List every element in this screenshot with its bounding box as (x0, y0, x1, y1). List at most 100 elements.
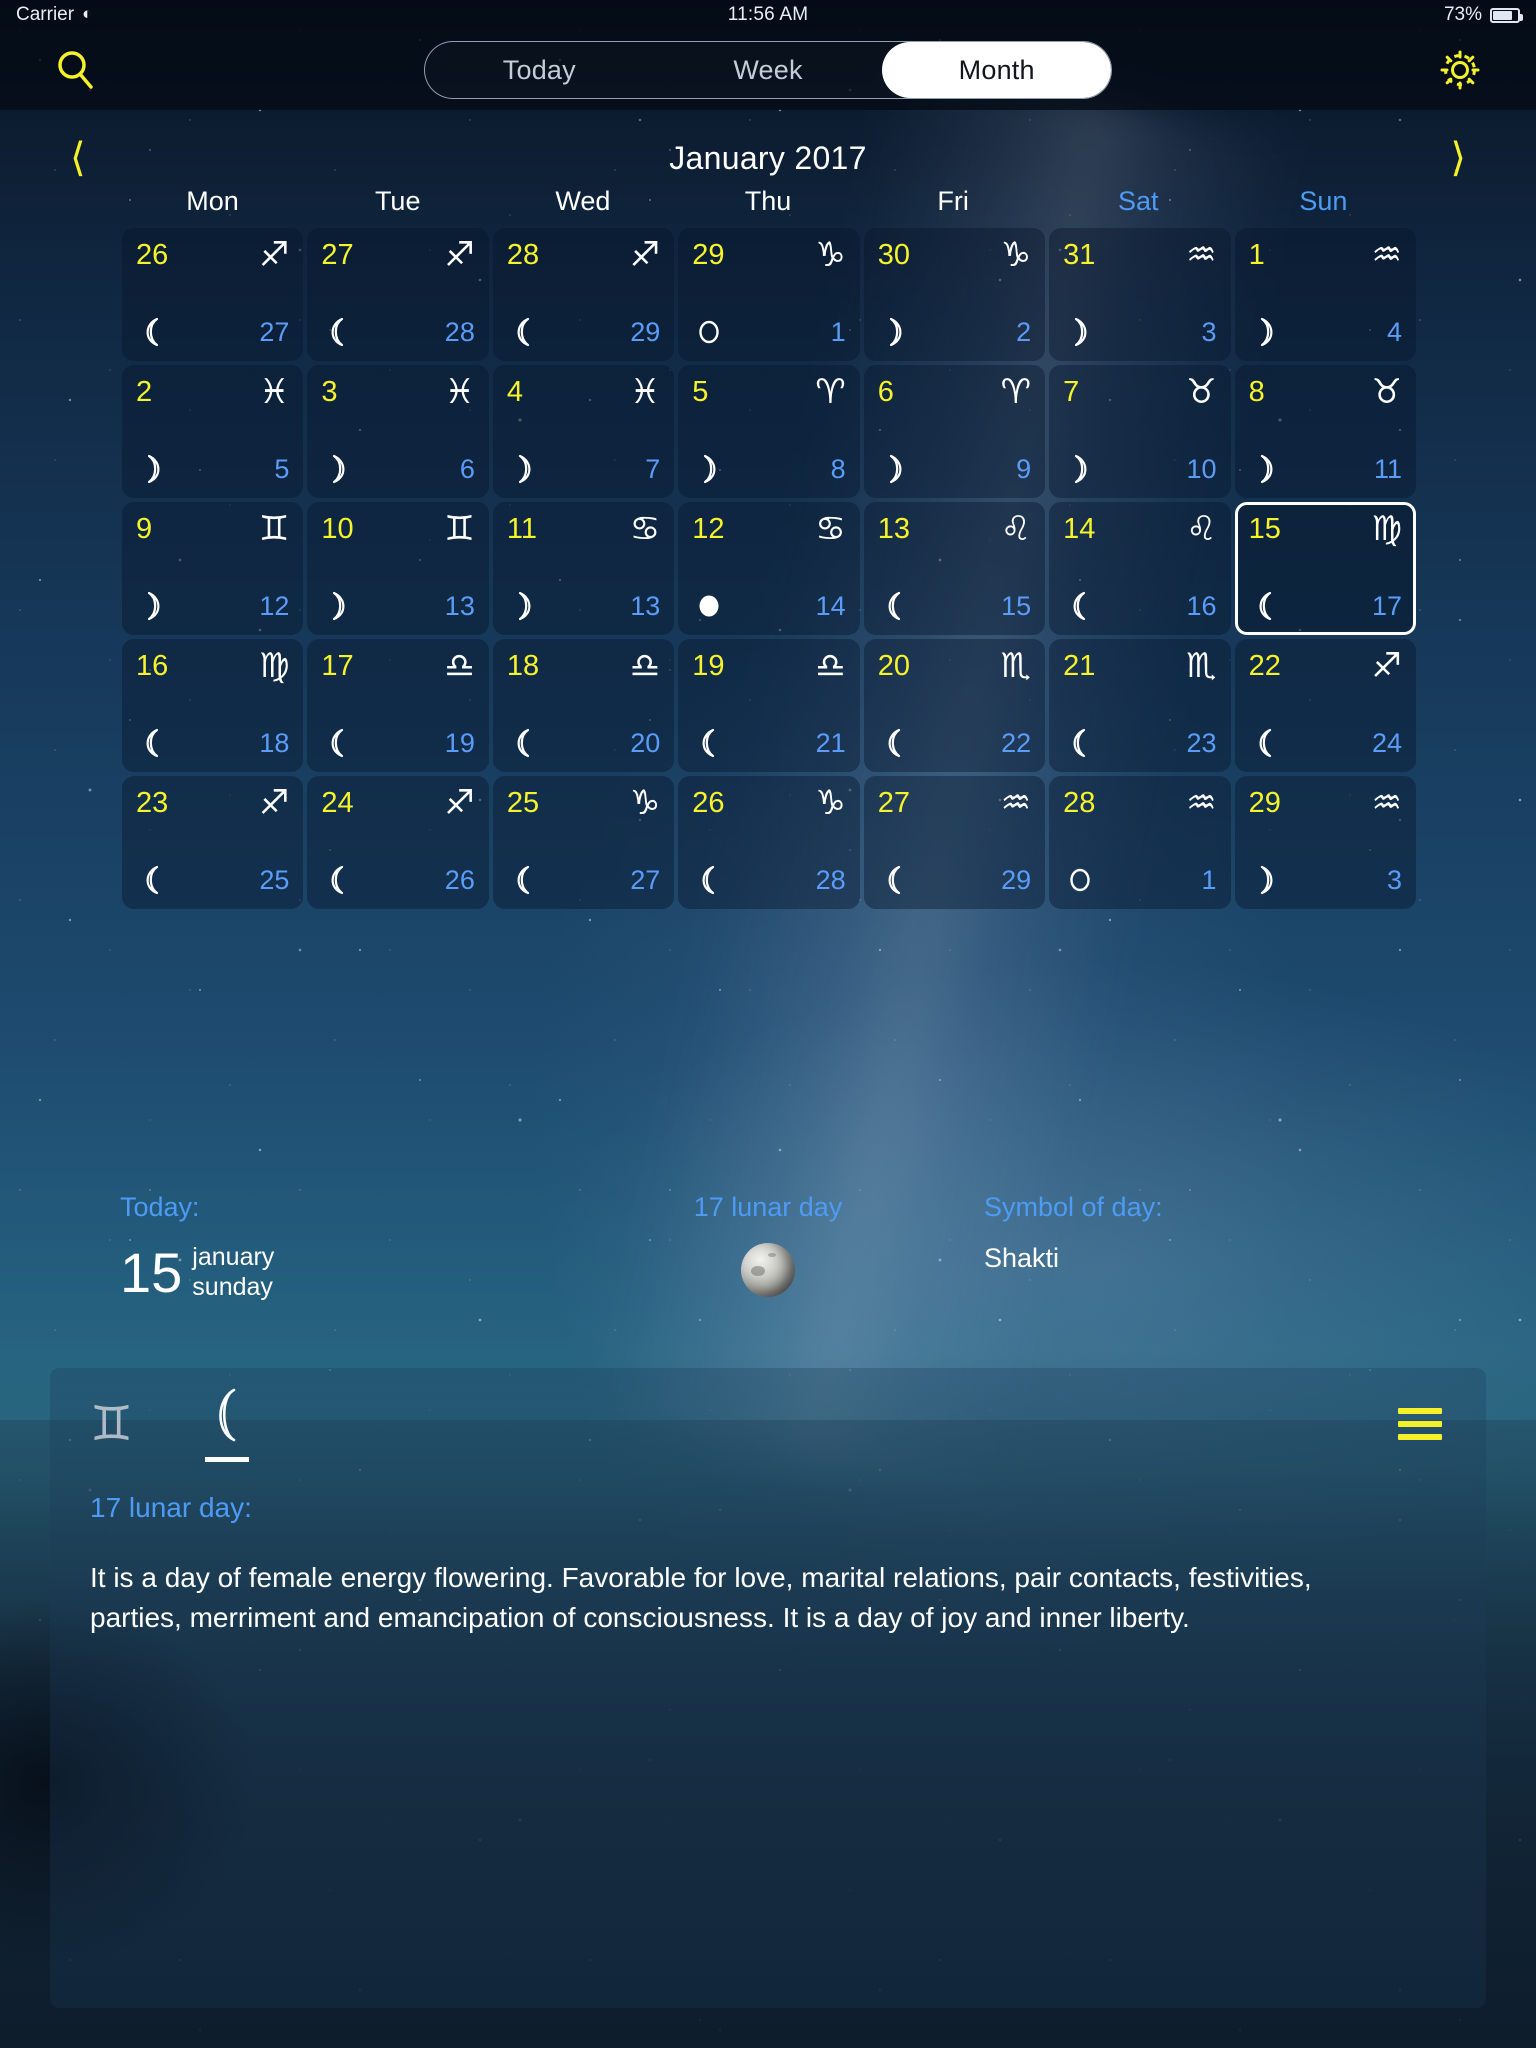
tab-month[interactable]: Month (882, 42, 1111, 98)
waning-crescent-icon (692, 726, 726, 760)
lunar-day-number: 15 (1001, 590, 1032, 621)
cell-top-row: 29 ♒ (1249, 786, 1402, 820)
day-number: 30 (877, 238, 910, 271)
calendar-cell[interactable]: 14 ♌ 16 (1049, 502, 1231, 635)
calendar-cell[interactable]: 28 ♐ 29 (492, 228, 675, 361)
calendar-cell[interactable]: 1 ♒ 4 (1234, 228, 1416, 361)
taurus-icon: ♉ (1186, 372, 1217, 412)
weekday-label-sat: Sat (1118, 186, 1159, 216)
pisces-icon: ♓ (629, 372, 661, 412)
waxing-crescent-icon (321, 589, 355, 623)
lunar-day-number: 27 (259, 316, 290, 347)
calendar-cell[interactable]: 19 ♎ 21 (678, 639, 860, 772)
calendar-cell[interactable]: 26 ♑ 28 (678, 776, 860, 909)
calendar-cell[interactable]: 4 ♓ 7 (492, 365, 675, 498)
search-icon[interactable] (48, 42, 104, 98)
calendar-cell[interactable]: 10 ♊ 13 (307, 502, 489, 635)
tab-today[interactable]: Today (425, 42, 654, 98)
gemini-icon[interactable]: ♊ (90, 1400, 133, 1448)
lunar-day-number: 26 (444, 864, 475, 895)
calendar-cell[interactable]: 2 ♓ 5 (122, 365, 304, 498)
lunar-day-number: 10 (1186, 453, 1217, 484)
day-number: 24 (321, 786, 354, 819)
view-mode-segmented-control[interactable]: Today Week Month (424, 41, 1112, 99)
calendar-cell[interactable]: 7 ♉ 10 (1049, 365, 1231, 498)
today-weekday-name: sunday (192, 1272, 273, 1301)
calendar-cell[interactable]: 18 ♎ 20 (492, 639, 675, 772)
cell-bottom-row: 9 (878, 452, 1031, 486)
waning-crescent-icon[interactable] (203, 1387, 250, 1462)
calendar-cell[interactable]: 28 ♒ 1 (1049, 776, 1231, 909)
day-number: 29 (1248, 786, 1281, 819)
lunar-day-number: 23 (1186, 727, 1217, 758)
calendar-cell[interactable]: 6 ♈ 9 (863, 365, 1046, 498)
prev-month-button[interactable]: ⟨ (70, 138, 86, 178)
calendar-cell[interactable]: 27 ♒ 29 (863, 776, 1046, 909)
lunar-day-number: 29 (630, 316, 661, 347)
active-tab-underline (205, 1456, 250, 1462)
today-column: Today: 15 january sunday (120, 1192, 552, 1322)
cell-bottom-row: 6 (321, 452, 475, 486)
calendar-cell[interactable]: 13 ♌ 15 (863, 502, 1046, 635)
calendar-cell[interactable]: 5 ♈ 8 (678, 365, 860, 498)
cell-top-row: 26 ♐ (136, 238, 289, 272)
lunar-day-number: 22 (1001, 727, 1032, 758)
gear-icon[interactable] (1432, 42, 1488, 98)
calendar-cell-selected[interactable]: 15 ♍ 17 (1234, 502, 1416, 635)
waxing-crescent-icon (1249, 452, 1283, 486)
cell-bottom-row: 3 (1063, 315, 1217, 349)
lunar-day-number: 7 (645, 453, 661, 484)
calendar-cell[interactable]: 3 ♓ 6 (307, 365, 489, 498)
next-month-button[interactable]: ⟩ (1450, 138, 1466, 178)
sagittarius-icon: ♐ (444, 783, 475, 823)
lunar-day-number: 14 (815, 590, 846, 621)
calendar-cell[interactable]: 29 ♑ 1 (678, 228, 860, 361)
lunar-day-number: 1 (830, 316, 846, 347)
moon-photo-icon (741, 1243, 795, 1297)
waxing-crescent-icon (321, 452, 355, 486)
calendar-cell[interactable]: 9 ♊ 12 (122, 502, 304, 635)
calendar-cell[interactable]: 25 ♑ 27 (492, 776, 675, 909)
aquarius-icon: ♒ (1371, 235, 1402, 275)
cancer-icon: ♋ (815, 509, 846, 549)
cell-top-row: 20 ♏ (878, 649, 1031, 683)
calendar-cell[interactable]: 31 ♒ 3 (1049, 228, 1231, 361)
aquarius-icon: ♒ (1186, 235, 1217, 275)
today-date-words: january sunday (192, 1243, 274, 1302)
lunar-day-number: 27 (630, 864, 661, 895)
calendar-cell[interactable]: 22 ♐ 24 (1234, 639, 1416, 772)
calendar-cell[interactable]: 24 ♐ 26 (307, 776, 489, 909)
calendar-cell[interactable]: 8 ♉ 11 (1234, 365, 1416, 498)
weekday-label-mon: Mon (186, 186, 239, 216)
waxing-crescent-icon (878, 315, 912, 349)
month-title: January 2017 (669, 139, 867, 176)
day-number: 15 (1248, 512, 1281, 545)
calendar-cell[interactable]: 29 ♒ 3 (1234, 776, 1416, 909)
cell-bottom-row: 20 (507, 726, 660, 760)
today-label: Today: (120, 1192, 200, 1222)
lunar-day-label: 17 lunar day (693, 1192, 843, 1222)
calendar-cell[interactable]: 30 ♑ 2 (863, 228, 1046, 361)
calendar-cell[interactable]: 17 ♎ 19 (307, 639, 489, 772)
calendar-cell[interactable]: 26 ♐ 27 (122, 228, 304, 361)
calendar-cell[interactable]: 20 ♏ 22 (863, 639, 1046, 772)
calendar-cell[interactable]: 16 ♍ 18 (122, 639, 304, 772)
calendar-cell[interactable]: 27 ♐ 28 (307, 228, 489, 361)
tab-week[interactable]: Week (654, 42, 883, 98)
lunar-day-number: 1 (1201, 864, 1217, 895)
waning-crescent-icon (878, 863, 912, 897)
weekday-label-sun: Sun (1299, 186, 1348, 216)
today-date: 15 january sunday (120, 1243, 274, 1302)
calendar-cell[interactable]: 11 ♋ 13 (492, 502, 675, 635)
status-bar: Carrier ◐ 11:56 AM 73% (0, 0, 1536, 30)
calendar-cell[interactable]: 21 ♏ 23 (1049, 639, 1231, 772)
day-number: 18 (506, 649, 540, 682)
calendar-cell[interactable]: 23 ♐ 25 (122, 776, 304, 909)
calendar-cell[interactable]: 12 ♋ 14 (678, 502, 860, 635)
sagittarius-icon: ♐ (258, 235, 290, 275)
calendar-grid[interactable]: 26 ♐ 27 27 ♐ 28 28 ♐ 29 29 ♑ 1 30 ♑ 2 31 ♒ 3 1 ♒ 4 2 ♓ 5 3 ♓ 6 4 ♓ 7 5… (122, 228, 1416, 909)
waxing-crescent-icon (1063, 452, 1097, 486)
hamburger-menu-icon[interactable] (1398, 1408, 1442, 1440)
battery-icon (1490, 7, 1523, 23)
waning-crescent-icon (1249, 726, 1283, 760)
